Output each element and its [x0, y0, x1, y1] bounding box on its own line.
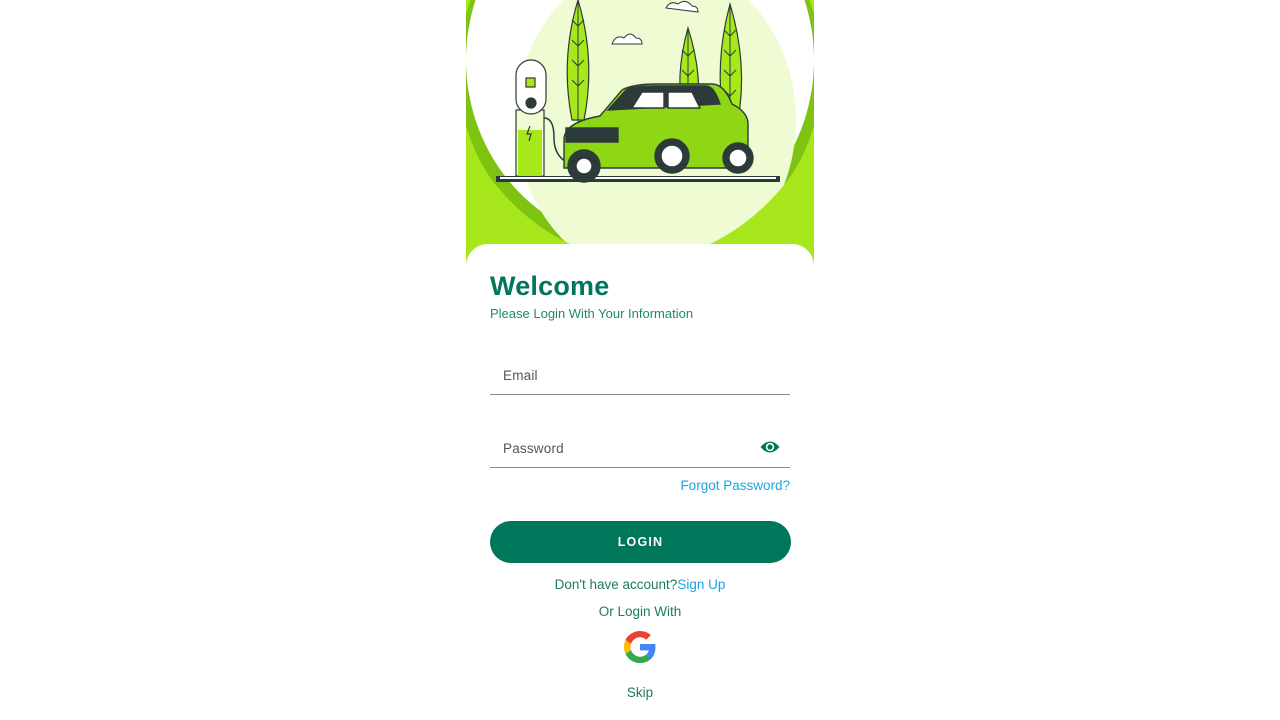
login-button[interactable]: LOGIN — [490, 521, 791, 563]
password-placeholder: Password — [503, 441, 564, 456]
skip-link[interactable]: Skip — [466, 685, 814, 700]
page-title: Welcome — [490, 271, 610, 301]
signup-row: Don't have account?Sign Up — [466, 577, 814, 592]
password-field[interactable]: Password — [490, 421, 790, 468]
sign-up-link[interactable]: Sign Up — [677, 577, 725, 592]
or-login-with-text: Or Login With — [598, 604, 682, 619]
login-card: Welcome Please Login With Your Informati… — [466, 244, 814, 720]
forgot-password-link[interactable]: Forgot Password? — [680, 478, 790, 493]
eye-icon[interactable] — [760, 439, 780, 455]
google-icon[interactable] — [622, 629, 658, 665]
no-account-text: Don't have account? — [554, 577, 678, 592]
hero-illustration — [466, 0, 814, 264]
page-subtitle: Please Login With Your Information — [490, 306, 694, 321]
login-screen: Welcome Please Login With Your Informati… — [466, 0, 814, 720]
email-field[interactable]: Email — [490, 348, 790, 395]
email-placeholder: Email — [503, 368, 538, 383]
